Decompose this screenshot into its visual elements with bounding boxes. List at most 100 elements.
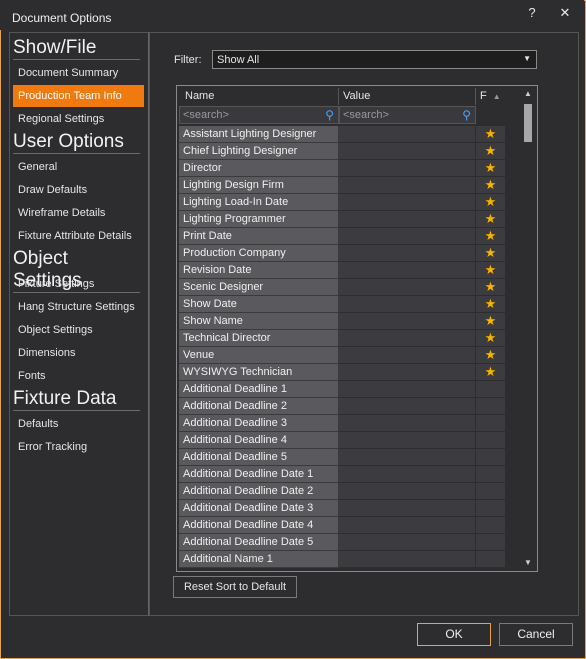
- favorite-empty-cell[interactable]: [476, 466, 505, 483]
- row-value-cell[interactable]: [339, 262, 476, 279]
- favorite-star-icon[interactable]: ★: [476, 160, 505, 177]
- table-row[interactable]: Additional Deadline Date 3: [179, 500, 505, 517]
- vertical-scrollbar[interactable]: ▲ ▼: [521, 88, 535, 569]
- favorite-star-icon[interactable]: ★: [476, 228, 505, 245]
- favorite-empty-cell[interactable]: [476, 534, 505, 551]
- table-row[interactable]: Lighting Programmer ★: [179, 211, 505, 228]
- name-search-input[interactable]: <search> ⚲: [179, 106, 339, 124]
- row-value-cell[interactable]: [339, 330, 476, 347]
- sidebar-item-draw-defaults[interactable]: Draw Defaults: [13, 179, 144, 201]
- column-header-value[interactable]: Value: [339, 88, 476, 105]
- favorite-star-icon[interactable]: ★: [476, 262, 505, 279]
- row-value-cell[interactable]: [339, 126, 476, 143]
- sidebar-item-object-settings[interactable]: Object Settings: [13, 319, 144, 341]
- row-value-cell[interactable]: [339, 177, 476, 194]
- favorite-star-icon[interactable]: ★: [476, 177, 505, 194]
- ok-button[interactable]: OK: [417, 623, 491, 646]
- table-row[interactable]: Additional Deadline Date 4: [179, 517, 505, 534]
- table-row[interactable]: Additional Deadline 2: [179, 398, 505, 415]
- table-row[interactable]: Revision Date ★: [179, 262, 505, 279]
- favorite-empty-cell[interactable]: [476, 449, 505, 466]
- favorite-star-icon[interactable]: ★: [476, 126, 505, 143]
- favorite-star-icon[interactable]: ★: [476, 313, 505, 330]
- sidebar-item-dimensions[interactable]: Dimensions: [13, 342, 144, 364]
- value-search-input[interactable]: <search> ⚲: [339, 106, 476, 124]
- row-value-cell[interactable]: [339, 517, 476, 534]
- row-value-cell[interactable]: [339, 551, 476, 568]
- table-row[interactable]: Venue ★: [179, 347, 505, 364]
- scrollbar-thumb[interactable]: [524, 104, 532, 142]
- table-row[interactable]: Additional Deadline 3: [179, 415, 505, 432]
- scroll-up-icon[interactable]: ▲: [523, 89, 533, 98]
- row-value-cell[interactable]: [339, 534, 476, 551]
- favorite-star-icon[interactable]: ★: [476, 279, 505, 296]
- table-row[interactable]: Additional Deadline Date 1: [179, 466, 505, 483]
- table-row[interactable]: Lighting Load-In Date ★: [179, 194, 505, 211]
- favorite-empty-cell[interactable]: [476, 500, 505, 517]
- row-value-cell[interactable]: [339, 296, 476, 313]
- favorite-empty-cell[interactable]: [476, 483, 505, 500]
- favorite-star-icon[interactable]: ★: [476, 364, 505, 381]
- favorite-star-icon[interactable]: ★: [476, 211, 505, 228]
- scroll-down-icon[interactable]: ▼: [523, 558, 533, 567]
- sidebar-item-defaults[interactable]: Defaults: [13, 413, 144, 435]
- sidebar-item-hang-structure-settings[interactable]: Hang Structure Settings: [13, 296, 144, 318]
- row-value-cell[interactable]: [339, 245, 476, 262]
- row-value-cell[interactable]: [339, 228, 476, 245]
- table-row[interactable]: Additional Deadline 5: [179, 449, 505, 466]
- favorite-star-icon[interactable]: ★: [476, 330, 505, 347]
- favorite-star-icon[interactable]: ★: [476, 143, 505, 160]
- table-row[interactable]: Assistant Lighting Designer ★: [179, 126, 505, 143]
- favorite-empty-cell[interactable]: [476, 517, 505, 534]
- table-row[interactable]: Additional Deadline Date 5: [179, 534, 505, 551]
- sidebar-item-fixture-settings[interactable]: Fixture Settings: [13, 273, 144, 295]
- sidebar-item-production-team-info[interactable]: Production Team Info: [13, 85, 144, 107]
- row-value-cell[interactable]: [339, 381, 476, 398]
- favorite-empty-cell[interactable]: [476, 432, 505, 449]
- table-row[interactable]: Additional Deadline Date 2: [179, 483, 505, 500]
- cancel-button[interactable]: Cancel: [499, 623, 573, 646]
- sidebar-item-wireframe-details[interactable]: Wireframe Details: [13, 202, 144, 224]
- help-icon[interactable]: ?: [522, 4, 542, 22]
- sidebar-item-general[interactable]: General: [13, 156, 144, 178]
- sidebar-item-error-tracking[interactable]: Error Tracking: [13, 436, 144, 458]
- favorite-empty-cell[interactable]: [476, 381, 505, 398]
- table-row[interactable]: Scenic Designer ★: [179, 279, 505, 296]
- favorite-star-icon[interactable]: ★: [476, 245, 505, 262]
- close-icon[interactable]: ✕: [555, 4, 575, 22]
- column-header-name[interactable]: Name: [179, 88, 339, 105]
- sidebar-item-fonts[interactable]: Fonts: [13, 365, 144, 387]
- table-row[interactable]: Additional Name 1: [179, 551, 505, 568]
- favorite-empty-cell[interactable]: [476, 551, 505, 568]
- row-value-cell[interactable]: [339, 194, 476, 211]
- table-row[interactable]: Show Date ★: [179, 296, 505, 313]
- table-row[interactable]: Print Date ★: [179, 228, 505, 245]
- row-value-cell[interactable]: [339, 483, 476, 500]
- row-value-cell[interactable]: [339, 364, 476, 381]
- favorite-empty-cell[interactable]: [476, 415, 505, 432]
- table-row[interactable]: Lighting Design Firm ★: [179, 177, 505, 194]
- sidebar-item-regional-settings[interactable]: Regional Settings: [13, 108, 144, 130]
- row-value-cell[interactable]: [339, 398, 476, 415]
- favorite-star-icon[interactable]: ★: [476, 347, 505, 364]
- row-value-cell[interactable]: [339, 415, 476, 432]
- table-row[interactable]: Chief Lighting Designer ★: [179, 143, 505, 160]
- row-value-cell[interactable]: [339, 211, 476, 228]
- sidebar-item-fixture-attribute-details[interactable]: Fixture Attribute Details: [13, 225, 144, 247]
- table-row[interactable]: Additional Deadline 4: [179, 432, 505, 449]
- row-value-cell[interactable]: [339, 432, 476, 449]
- table-row[interactable]: Additional Deadline 1: [179, 381, 505, 398]
- row-value-cell[interactable]: [339, 160, 476, 177]
- row-value-cell[interactable]: [339, 466, 476, 483]
- table-row[interactable]: Show Name ★: [179, 313, 505, 330]
- table-row[interactable]: Production Company ★: [179, 245, 505, 262]
- row-value-cell[interactable]: [339, 313, 476, 330]
- row-value-cell[interactable]: [339, 279, 476, 296]
- row-value-cell[interactable]: [339, 500, 476, 517]
- reset-sort-button[interactable]: Reset Sort to Default: [173, 576, 297, 598]
- favorite-star-icon[interactable]: ★: [476, 296, 505, 313]
- favorite-star-icon[interactable]: ★: [476, 194, 505, 211]
- column-header-favorite[interactable]: F ▲: [476, 88, 505, 105]
- table-row[interactable]: WYSIWYG Technician ★: [179, 364, 505, 381]
- table-row[interactable]: Director ★: [179, 160, 505, 177]
